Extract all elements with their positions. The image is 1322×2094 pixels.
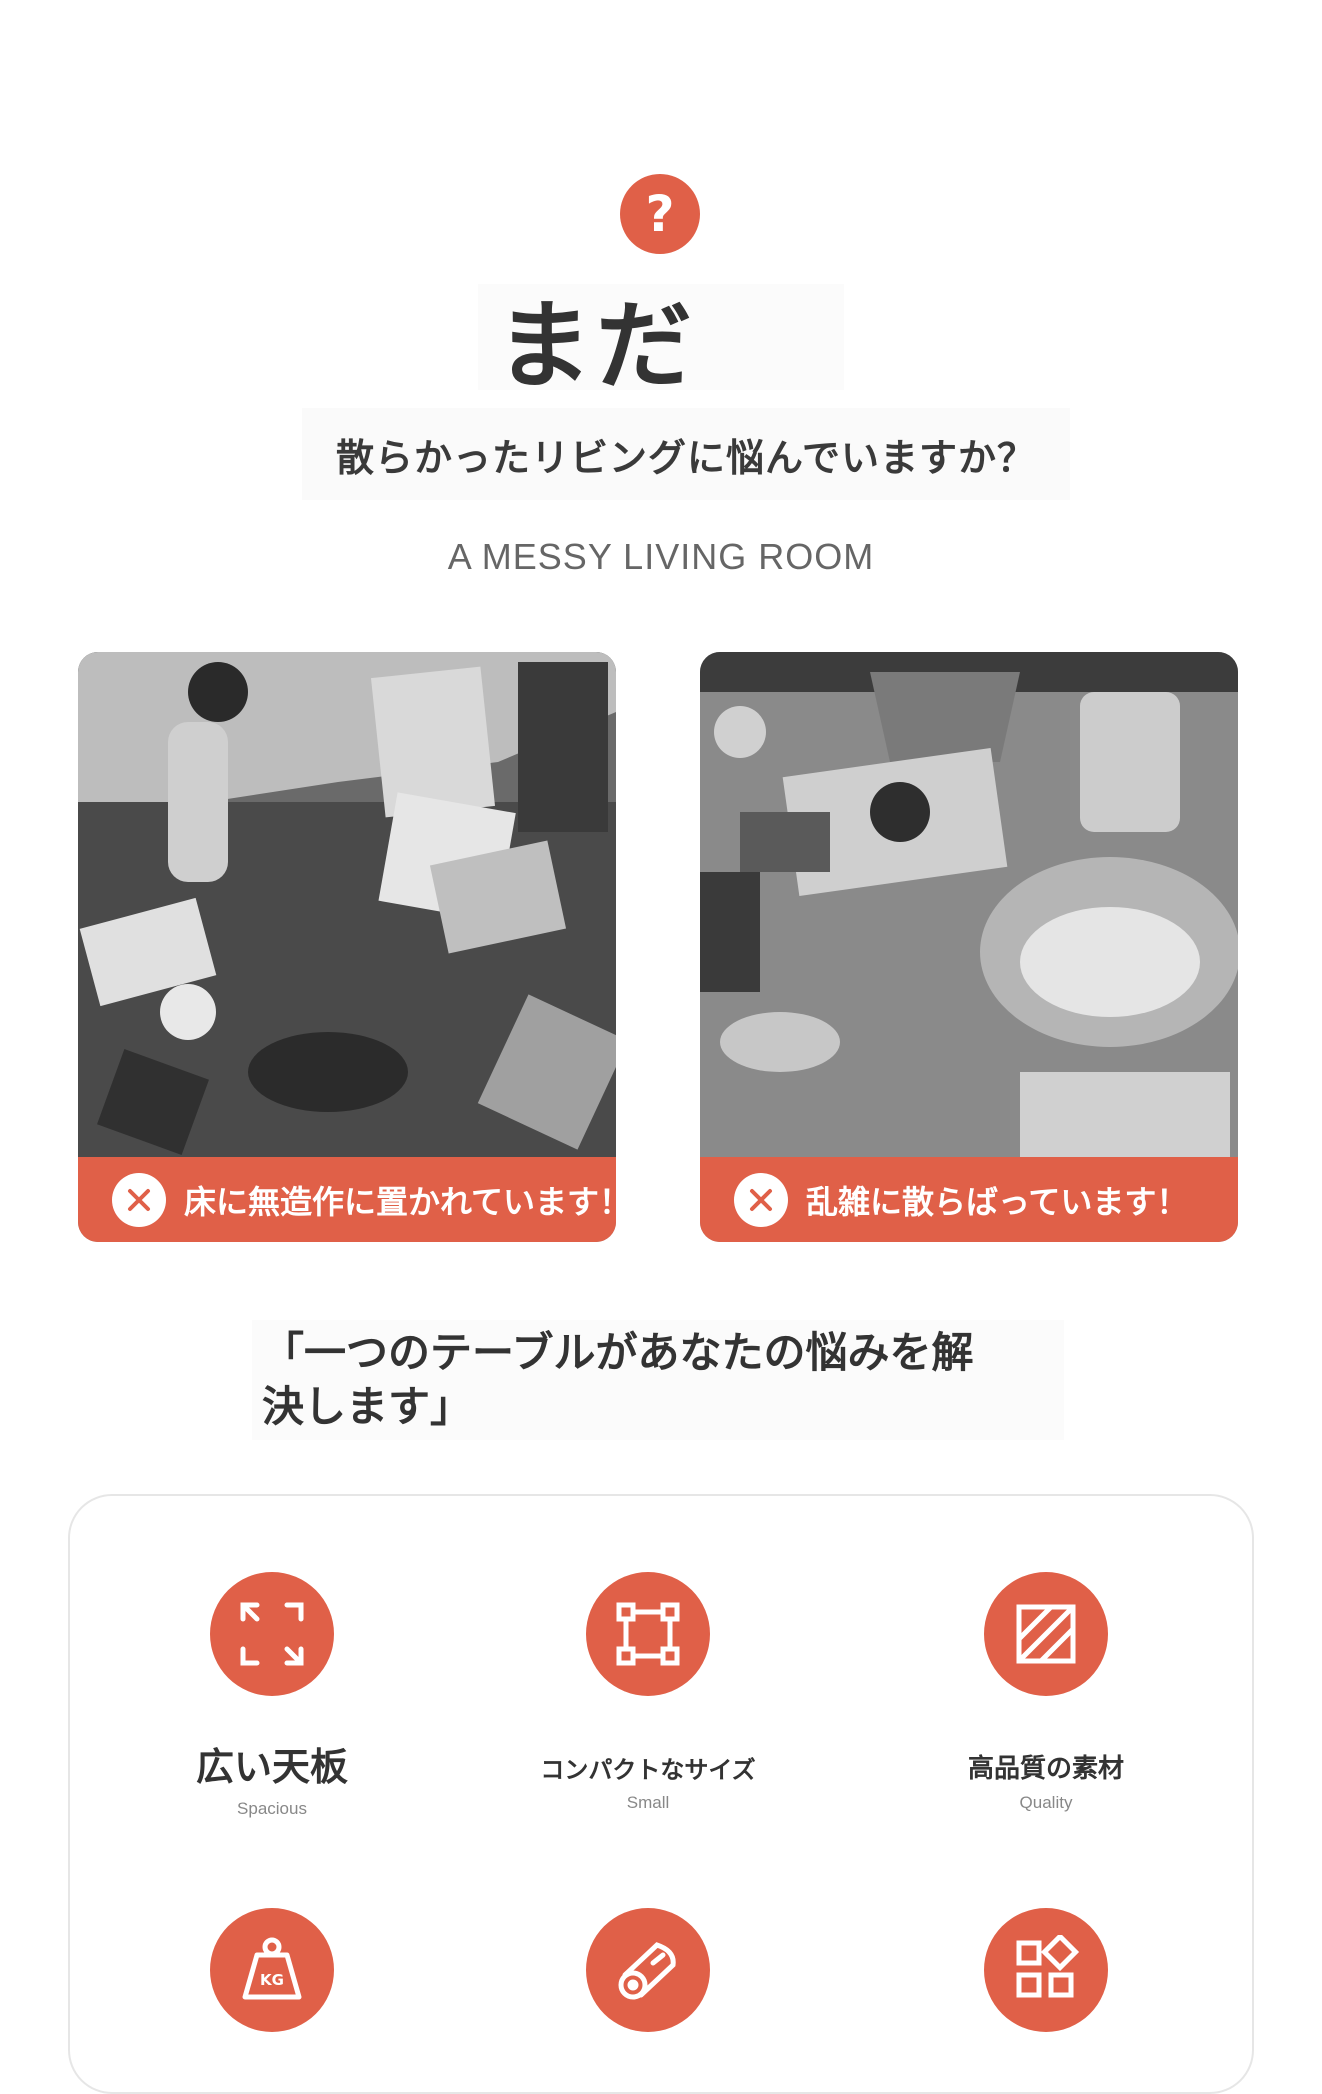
feature-modules [896,1908,1196,2032]
headline-question: 散らかったリビングに悩んでいますか？ [302,408,1070,500]
feature-subtitle: Spacious [237,1799,307,1818]
problem-caption-bar: 乱雑に散らばっています！ [700,1157,1238,1242]
weight-kg-icon: KG [210,1908,334,2032]
feature-compact: コンパクトなサイズ Small [498,1572,798,1813]
problem-card-table: 乱雑に散らばっています！ [700,652,1238,1242]
messy-floor-photo [78,652,616,1157]
compact-frame-icon [586,1572,710,1696]
problem-caption: 床に無造作に置かれています！ [184,1182,616,1221]
wood-log-icon [586,1908,710,2032]
feature-title: 高品質の素材 [967,1754,1124,1784]
problem-caption-bar: 床に無造作に置かれています！ [78,1157,616,1242]
weight-icon-label: KG [260,1971,284,1989]
close-icon [112,1172,166,1227]
feature-title: 広い天板 [195,1745,348,1789]
feature-spacious: 広い天板 Spacious [122,1572,422,1819]
feature-weight: KG [122,1908,422,2032]
solution-quote: 「一つのテーブルがあなたの悩みを解 決します」 [252,1320,1064,1440]
feature-wood [498,1908,798,2032]
feature-subtitle: Small [626,1793,670,1812]
modules-grid-icon [984,1908,1108,2032]
headline-mada: まだ [478,284,844,402]
feature-quality: 高品質の素材 Quality [896,1572,1196,1813]
feature-title: コンパクトなサイズ [540,1756,756,1784]
problem-caption: 乱雑に散らばっています！ [806,1182,1189,1221]
problem-card-floor: 床に無造作に置かれています！ [78,652,616,1242]
feature-subtitle: Quality [1019,1793,1073,1812]
close-icon [734,1172,788,1227]
cluttered-table-photo [700,652,1238,1157]
solution-quote-line1: 「一つのテーブルがあなたの悩みを解 [262,1328,974,1377]
english-subtitle: A MESSY LIVING ROOM [447,536,875,577]
question-mark-icon: ? [620,174,700,254]
material-texture-icon [984,1572,1108,1696]
solution-quote-line2: 決します」 [262,1382,473,1431]
expand-arrows-icon [210,1572,334,1696]
